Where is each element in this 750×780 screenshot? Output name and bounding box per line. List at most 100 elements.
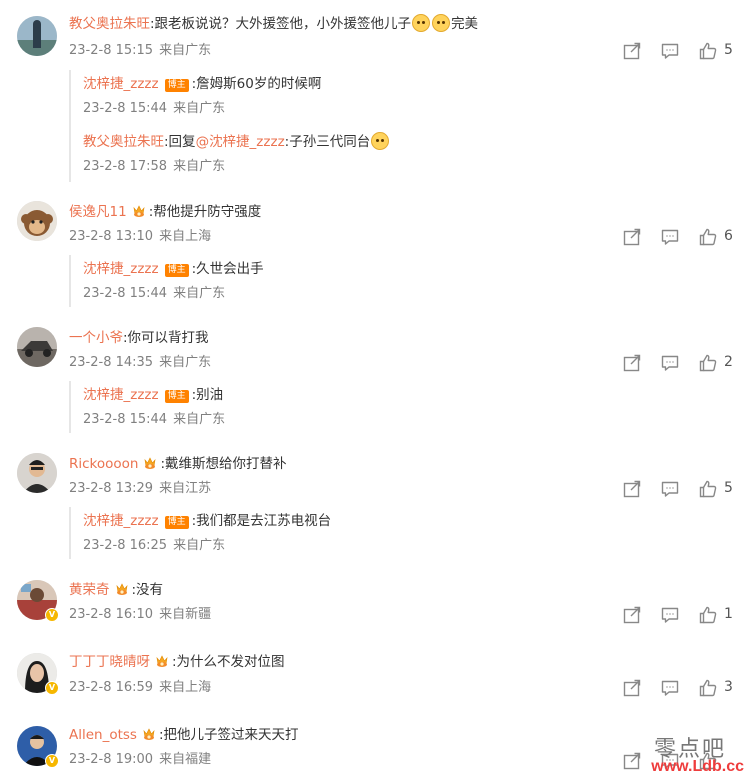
comment-icon[interactable] xyxy=(660,678,680,698)
comment-date: 23-2-8 19:00 xyxy=(69,752,154,767)
comment-icon[interactable] xyxy=(660,479,680,499)
comment-icon[interactable] xyxy=(660,41,680,61)
comment-actions: 1 xyxy=(620,605,738,625)
comment-text: :戴维斯想给你打替补 xyxy=(160,456,287,472)
reply-item: 教父奥拉朱旺:回复@沈梓捷_zzzz:子孙三代同台 23-2-8 17:58 来自… xyxy=(83,132,390,176)
comment-meta: 23-2-8 13:29 来自江苏 xyxy=(69,480,211,498)
reply-username[interactable]: 沈梓捷_zzzz xyxy=(83,387,159,403)
comment-username[interactable]: 一个小爷 xyxy=(69,330,123,346)
reply-item: 沈梓捷_zzzz 博主:詹姆斯60岁的时候啊 23-2-8 15:44 来自广东 xyxy=(83,74,321,118)
comment-source: 来自上海 xyxy=(159,229,212,244)
comment-actions: 2 xyxy=(620,353,738,373)
reply-source: 来自广东 xyxy=(173,538,226,553)
reply-item: 沈梓捷_zzzz 博主:别油 23-2-8 15:44 来自广东 xyxy=(83,385,225,429)
reply-source: 来自广东 xyxy=(173,286,226,301)
reply-text: :我们都是去江苏电视台 xyxy=(191,513,332,529)
comment-text: :帮他提升防守强度 xyxy=(148,204,262,220)
like-count: 1 xyxy=(724,606,733,622)
comment-actions: 5 xyxy=(620,479,738,499)
reply-source: 来自广东 xyxy=(173,159,226,174)
blogger-badge: 博主 xyxy=(164,264,189,277)
reply-mention[interactable]: @沈梓捷_zzzz xyxy=(196,134,285,150)
blogger-badge: 博主 xyxy=(164,390,189,403)
like-count: 2 xyxy=(724,354,733,370)
thumbs-up-icon[interactable] xyxy=(698,227,718,247)
comment-text-line: Rickoooon :戴维斯想给你打替补 xyxy=(69,454,287,474)
cat-emoji-icon xyxy=(412,14,431,32)
comment-meta: 23-2-8 13:10 来自上海 xyxy=(69,228,211,246)
reply-thread: 沈梓捷_zzzz 博主:我们都是去江苏电视台 23-2-8 16:25 来自广东 xyxy=(69,507,731,559)
reply-text: :詹姆斯60岁的时候啊 xyxy=(191,76,322,92)
share-icon[interactable] xyxy=(622,678,642,698)
comment-text-line: 丁丁丁晓晴呀:为什么不发对位图 xyxy=(69,652,285,672)
comment-source: 来自上海 xyxy=(159,680,212,695)
comment-icon[interactable] xyxy=(660,227,680,247)
like-count: 5 xyxy=(724,42,733,58)
comment-username[interactable]: Allen_otss xyxy=(69,727,137,743)
reply-text: :别油 xyxy=(191,387,224,403)
comment-icon[interactable] xyxy=(660,353,680,373)
watermark-url: www.Ldb.cc xyxy=(651,758,744,775)
reply-username[interactable]: 沈梓捷_zzzz xyxy=(83,261,159,277)
reply-username[interactable]: 沈梓捷_zzzz xyxy=(83,513,159,529)
share-icon[interactable] xyxy=(622,479,642,499)
fan-medal-icon xyxy=(142,456,158,470)
fan-medal-icon xyxy=(114,582,130,596)
share-icon[interactable] xyxy=(622,353,642,373)
reply-word: :回复 xyxy=(164,134,196,150)
comment-username[interactable]: 黄荣奇 xyxy=(69,582,110,598)
share-icon[interactable] xyxy=(622,605,642,625)
comment-text-line: Allen_otss :把他儿子签过来天天打 xyxy=(69,725,299,745)
like-count: 6 xyxy=(724,228,733,244)
reply-date: 23-2-8 16:25 xyxy=(83,538,168,553)
thumbs-up-icon[interactable] xyxy=(698,353,718,373)
avatar[interactable] xyxy=(17,201,57,241)
thumbs-up-icon[interactable] xyxy=(698,678,718,698)
comment-text-line: 教父奥拉朱旺:跟老板说说？大外援签他，小外援签他儿子 完美 xyxy=(69,14,478,34)
comment-date: 23-2-8 15:15 xyxy=(69,43,154,58)
comment-actions: 3 xyxy=(620,678,738,698)
thumbs-up-icon[interactable] xyxy=(698,479,718,499)
cat-emoji-icon xyxy=(432,14,451,32)
comment-actions: 6 xyxy=(620,227,738,247)
comment-username[interactable]: 侯逸凡11 xyxy=(69,204,127,220)
fan-medal-icon xyxy=(131,204,147,218)
avatar[interactable] xyxy=(17,327,57,367)
verified-badge-icon: V xyxy=(45,681,59,695)
avatar[interactable] xyxy=(17,16,57,56)
reply-thread: 沈梓捷_zzzz 博主:久世会出手 23-2-8 15:44 来自广东 xyxy=(69,255,731,307)
comment-actions: 5 xyxy=(620,41,738,61)
comment-text-line: 一个小爷:你可以背打我 xyxy=(69,328,209,348)
like-count: 5 xyxy=(724,480,733,496)
reply-source: 来自广东 xyxy=(173,101,226,116)
comment-icon[interactable] xyxy=(660,605,680,625)
watermark: 零点吧 www.Ldb.cc xyxy=(600,728,750,780)
thumbs-up-icon[interactable] xyxy=(698,605,718,625)
comment-meta: 23-2-8 16:59 来自上海 xyxy=(69,679,211,697)
comment-date: 23-2-8 16:10 xyxy=(69,607,154,622)
comment-source: 来自广东 xyxy=(159,43,212,58)
comment-text: :跟老板说说？大外援签他，小外援签他儿子 xyxy=(150,16,412,32)
comment-username[interactable]: 丁丁丁晓晴呀 xyxy=(69,654,150,670)
reply-item: 沈梓捷_zzzz 博主:久世会出手 23-2-8 15:44 来自广东 xyxy=(83,259,264,303)
reply-date: 23-2-8 15:44 xyxy=(83,286,168,301)
share-icon[interactable] xyxy=(622,227,642,247)
comment-text-line: 黄荣奇:没有 xyxy=(69,580,163,600)
verified-badge-icon: V xyxy=(45,608,59,622)
comment-date: 23-2-8 13:29 xyxy=(69,481,154,496)
verified-badge-icon: V xyxy=(45,754,59,768)
comment-username[interactable]: Rickoooon xyxy=(69,456,138,472)
comment-username[interactable]: 教父奥拉朱旺 xyxy=(69,16,150,32)
comment-text: :你可以背打我 xyxy=(123,330,209,346)
thumbs-up-icon[interactable] xyxy=(698,41,718,61)
share-icon[interactable] xyxy=(622,41,642,61)
reply-date: 23-2-8 15:44 xyxy=(83,412,168,427)
comment-meta: 23-2-8 19:00 来自福建 xyxy=(69,751,211,769)
reply-username[interactable]: 沈梓捷_zzzz xyxy=(83,76,159,92)
comment-text: :把他儿子签过来天天打 xyxy=(158,727,299,743)
comment-date: 23-2-8 16:59 xyxy=(69,680,154,695)
reply-username[interactable]: 教父奥拉朱旺 xyxy=(83,134,164,150)
avatar[interactable] xyxy=(17,453,57,493)
like-count: 3 xyxy=(724,679,733,695)
comment-meta: 23-2-8 16:10 来自新疆 xyxy=(69,606,211,624)
